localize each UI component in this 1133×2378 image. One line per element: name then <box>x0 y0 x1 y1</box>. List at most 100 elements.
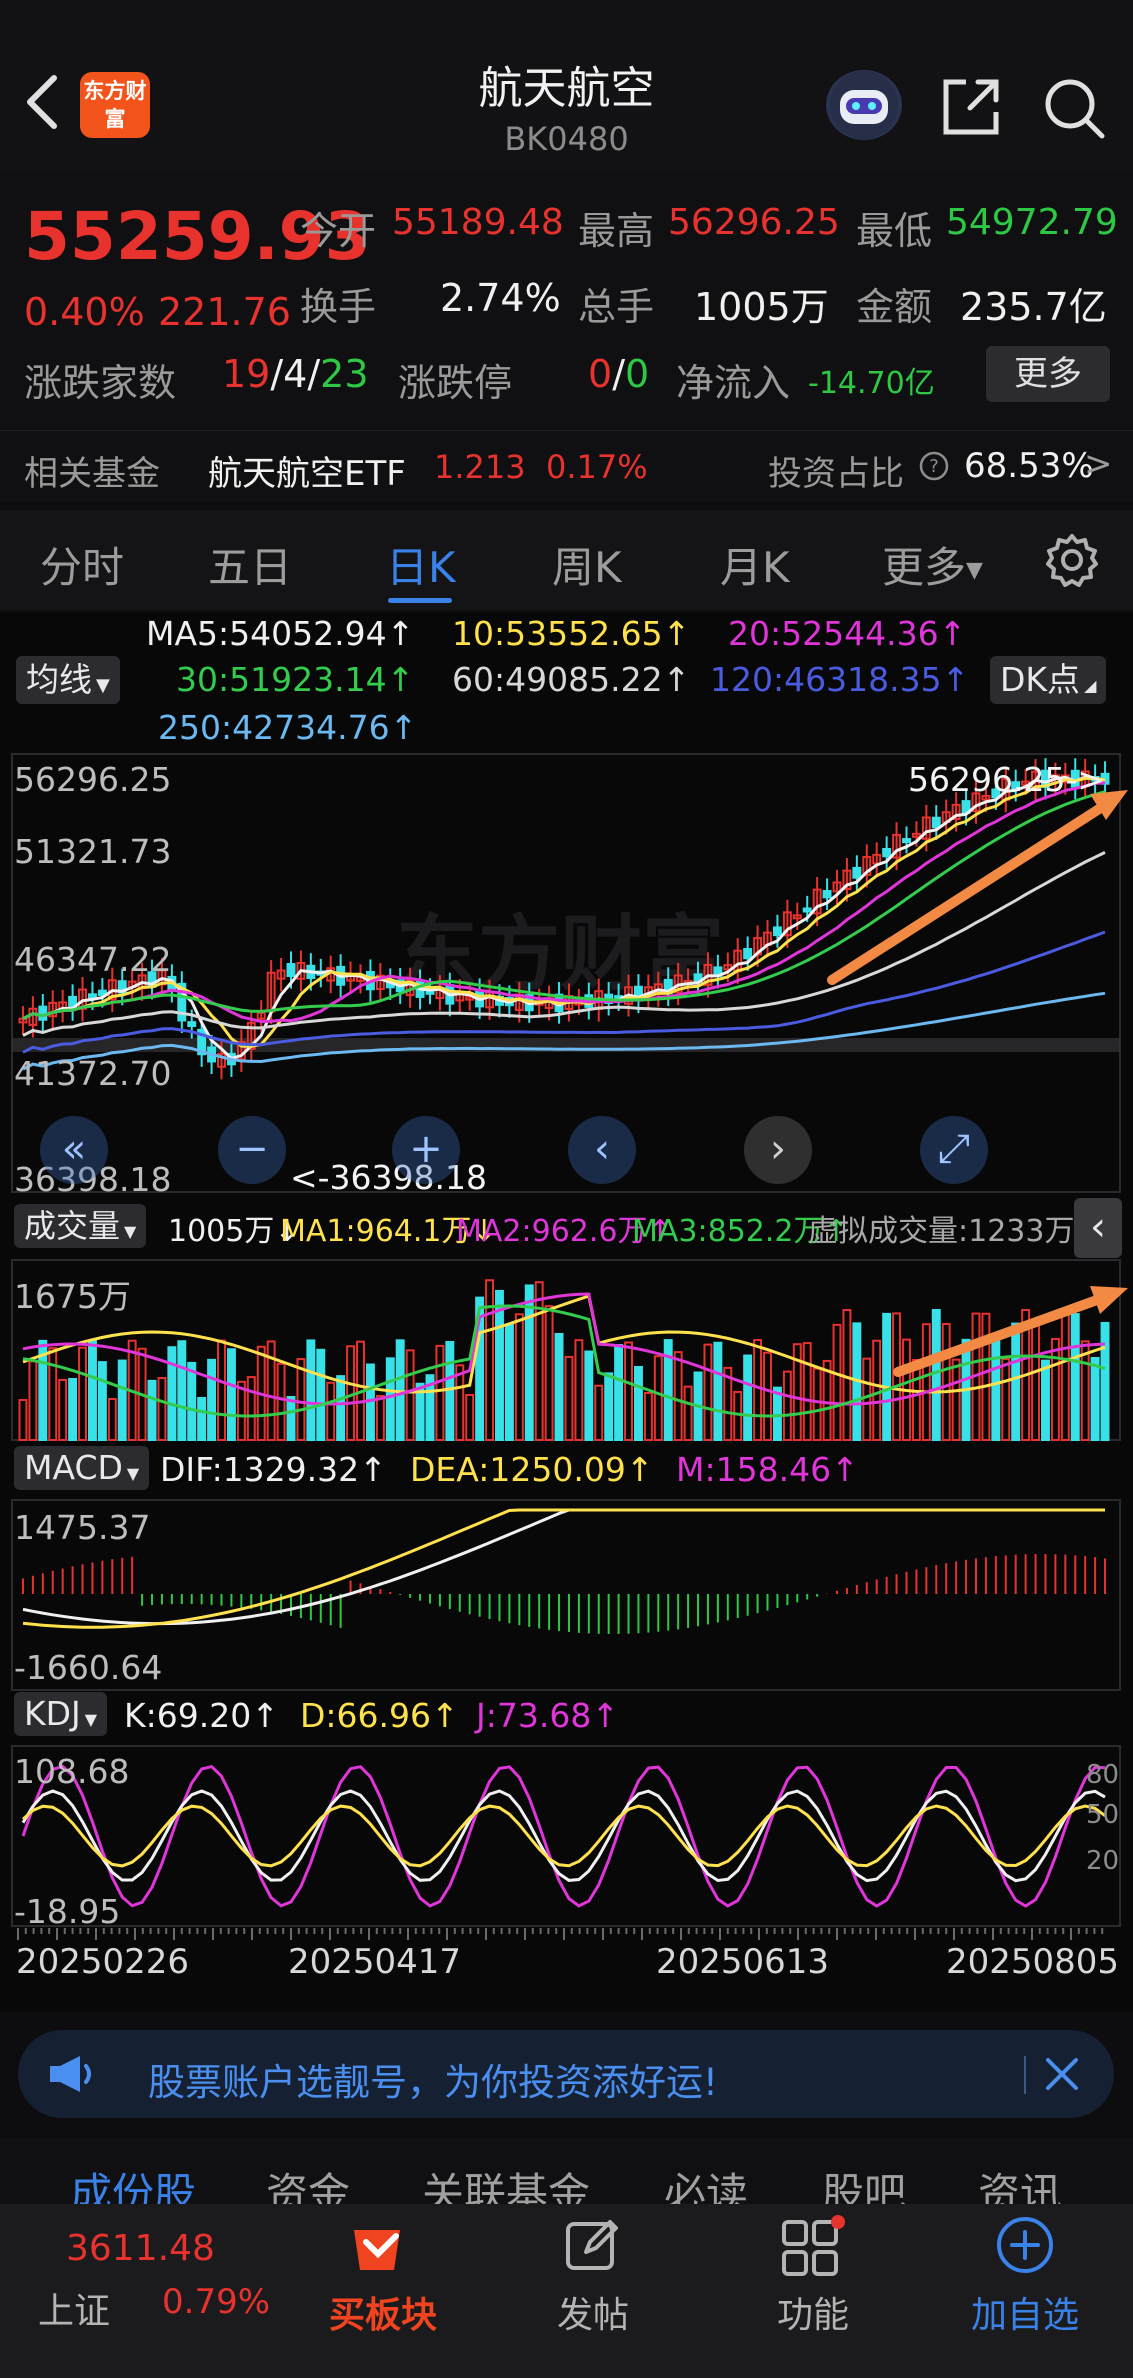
date-label-4: 20250805 <box>946 1942 1120 1982</box>
add-watchlist-icon[interactable] <box>994 2214 1056 2276</box>
subtab-forum[interactable]: 股吧 <box>822 2160 906 2204</box>
add-watchlist-label[interactable]: 加自选 <box>962 2286 1088 2338</box>
tab-five-day[interactable]: 五日 <box>208 534 292 595</box>
subtab-funds-flow[interactable]: 资金 <box>266 2160 350 2204</box>
dk-label: DK点 <box>1000 660 1081 699</box>
pan-left-icon[interactable]: ‹ <box>568 1116 636 1184</box>
price-axis-2: 51321.73 <box>14 832 172 871</box>
price-axis-max: 56296.25 <box>14 760 172 799</box>
banner-text[interactable]: 股票账户选靓号，为你投资添好运! <box>148 2052 718 2106</box>
subtab-news[interactable]: 资讯 <box>978 2160 1062 2204</box>
macd-axis-max: 1475.37 <box>14 1508 151 1547</box>
volume-bar <box>633 1366 643 1441</box>
volume-selector[interactable]: 成交量 ▼ <box>14 1204 147 1248</box>
index-value[interactable]: 3611.48 <box>66 2228 215 2269</box>
chevron-right-icon[interactable]: > <box>1084 444 1113 484</box>
help-icon[interactable]: ? <box>918 450 950 482</box>
close-icon[interactable] <box>1044 2056 1080 2092</box>
kdj-line <box>22 1804 1106 1868</box>
index-name[interactable]: 上证 <box>38 2282 110 2334</box>
tab-monthly-k[interactable]: 月K <box>720 534 790 595</box>
subtab-constituents[interactable]: 成份股 <box>70 2160 196 2204</box>
search-icon[interactable] <box>1042 76 1106 140</box>
volume-bar <box>713 1341 723 1441</box>
subtab-must-read[interactable]: 必读 <box>664 2160 748 2204</box>
tab-weekly-k[interactable]: 周K <box>552 534 622 595</box>
fund-name[interactable]: 航天航空ETF <box>208 446 406 495</box>
kline-chart[interactable]: 东方财富 <box>0 752 1133 1970</box>
rewind-icon[interactable]: « <box>40 1116 108 1184</box>
volume-bar <box>157 1377 167 1441</box>
functions-grid-icon[interactable] <box>778 2214 848 2278</box>
tab-more-label: 更多 <box>882 543 967 592</box>
volume-bar <box>544 1305 554 1442</box>
low-marker-label: <-36398.18 <box>290 1158 488 1197</box>
macd-dea: DEA:1250.09↑ <box>410 1450 654 1489</box>
volume-bar <box>28 1360 38 1441</box>
kdj-ref-20: 20 <box>1086 1846 1120 1876</box>
macd-selector-label: MACD <box>24 1448 123 1487</box>
volume-bar <box>385 1357 395 1441</box>
tab-intraday[interactable]: 分时 <box>40 534 124 595</box>
volume-bar <box>504 1323 514 1441</box>
tab-more[interactable]: 更多▼ <box>882 534 983 595</box>
kdj-d: D:66.96↑ <box>300 1696 459 1735</box>
amount-label: 金额 <box>856 285 933 329</box>
more-button[interactable]: 更多 <box>986 346 1110 402</box>
volume-bar <box>1090 1356 1100 1441</box>
functions-label[interactable]: 功能 <box>750 2286 876 2338</box>
candle-body <box>87 993 97 999</box>
buy-sector-icon[interactable] <box>344 2220 416 2280</box>
volume-bar <box>117 1359 127 1442</box>
volume-bar <box>763 1351 772 1441</box>
zoom-out-icon[interactable]: − <box>218 1116 286 1184</box>
collapse-panel-icon[interactable]: ‹ <box>1074 1198 1122 1258</box>
share-icon[interactable] <box>940 76 1002 138</box>
caret-down-icon: ▼ <box>126 1464 140 1483</box>
volume-bar <box>1011 1322 1021 1442</box>
volume-bar <box>217 1339 226 1441</box>
ma-selector[interactable]: 均线 ▼ <box>16 656 120 704</box>
volume-bar <box>802 1342 812 1441</box>
volume-bar <box>316 1348 326 1441</box>
volume-bar <box>564 1355 574 1441</box>
dk-point-selector[interactable]: DK点 ◢ <box>990 656 1107 704</box>
high-marker-label: 56296.25-> <box>908 760 1106 799</box>
volume-bar <box>1031 1323 1041 1441</box>
index-pct[interactable]: 0.79% <box>162 2282 270 2322</box>
post-label[interactable]: 发帖 <box>530 2286 656 2338</box>
macd-line <box>22 1508 1105 1626</box>
amount-value: 235.7亿 <box>960 285 1107 329</box>
volume-bar <box>911 1358 921 1442</box>
candle-body <box>931 816 941 829</box>
volume-bar <box>336 1375 346 1442</box>
price-axis-3: 46347.22 <box>14 940 172 979</box>
post-edit-icon[interactable] <box>562 2216 622 2276</box>
kdj-ref-50: 50 <box>1086 1800 1120 1830</box>
subtab-related-funds[interactable]: 关联基金 <box>422 2160 590 2204</box>
robot-assistant-icon[interactable] <box>826 70 902 140</box>
buy-sector-label[interactable]: 买板块 <box>320 2286 446 2338</box>
tab-daily-k[interactable]: 日K <box>386 534 456 595</box>
pan-right-icon[interactable]: › <box>744 1116 812 1184</box>
netflow-label: 净流入 <box>676 361 791 405</box>
volume-bar <box>78 1346 87 1441</box>
volume-label: 总手 <box>578 285 655 329</box>
volume-bar <box>405 1349 415 1442</box>
fullscreen-icon[interactable]: ⤢ <box>920 1116 988 1184</box>
volume-bar <box>643 1391 653 1441</box>
volume-bar <box>167 1346 177 1442</box>
gear-icon[interactable] <box>1042 530 1102 590</box>
ma-selector-label: 均线 <box>26 660 92 699</box>
down-count: 23 <box>320 352 369 396</box>
kdj-selector[interactable]: KDJ ▼ <box>14 1692 108 1736</box>
banner-divider <box>1024 2056 1026 2094</box>
zoom-in-icon[interactable]: + <box>392 1116 460 1184</box>
limit-down-count: 0 <box>625 352 650 396</box>
investment-ratio-value: 68.53% <box>964 446 1094 486</box>
limit-values: 0/0 <box>588 352 649 396</box>
kdj-ref-80: 80 <box>1086 1760 1120 1790</box>
macd-selector[interactable]: MACD ▼ <box>14 1446 150 1490</box>
change-percent: 0.40% <box>24 290 145 334</box>
low-value: 54972.79 <box>946 202 1118 243</box>
